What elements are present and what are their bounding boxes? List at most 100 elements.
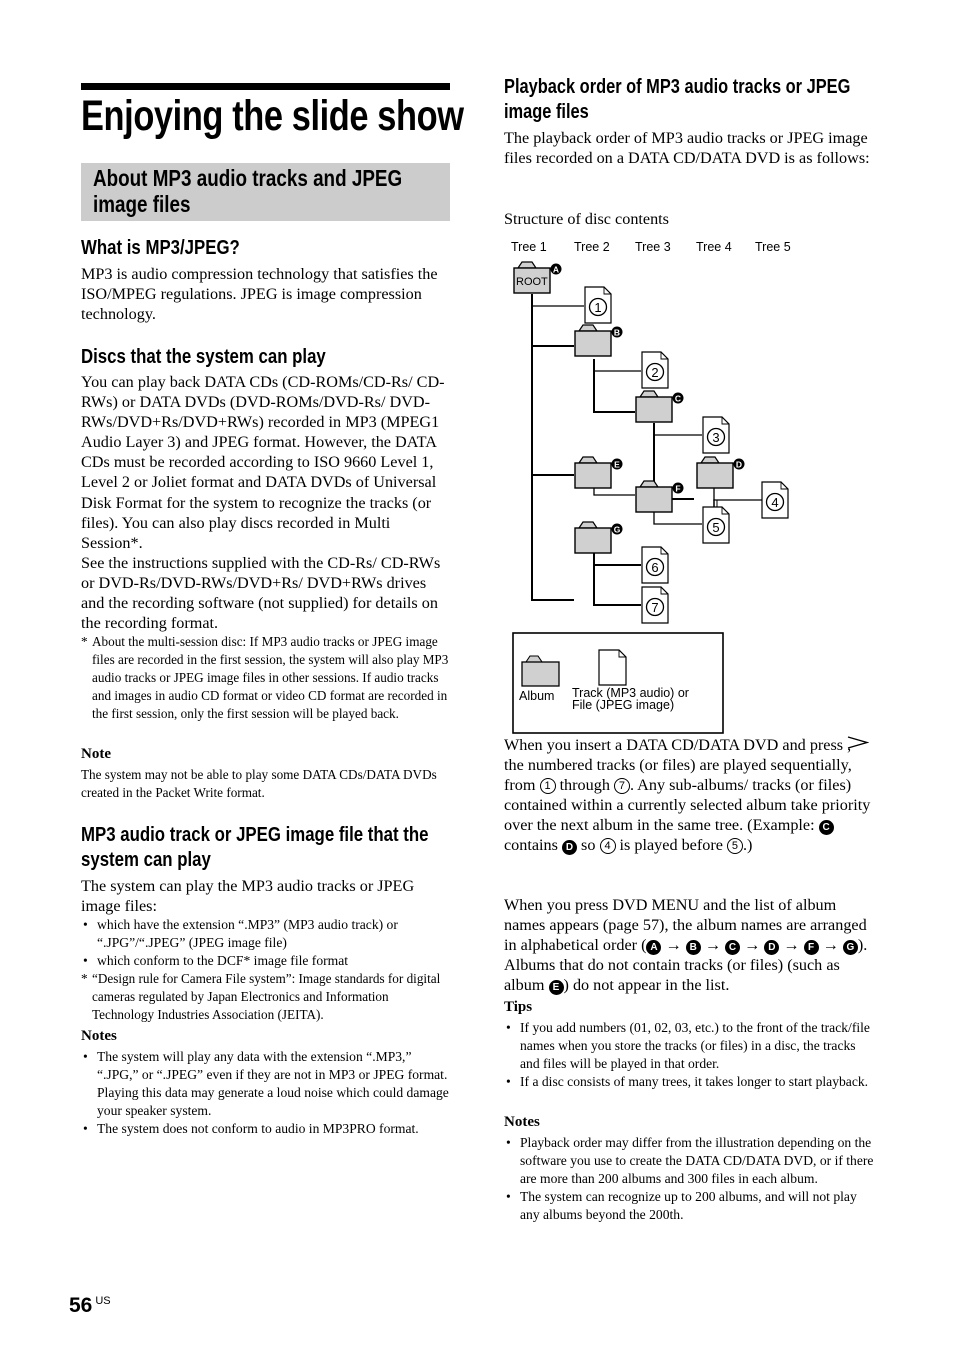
arrow-icon: → [704, 936, 721, 955]
tree-label: Tree 4 [696, 240, 732, 254]
folder-album-f: F [635, 480, 684, 513]
notes-list-right: Playback order may differ from the illus… [504, 1134, 876, 1224]
note-heading: Note [81, 746, 111, 762]
track-number: 7 [651, 600, 658, 615]
heading-files-line2: system can play [81, 848, 211, 871]
files-intro: The system can play the MP3 audio tracks… [81, 876, 451, 916]
list-item: which conform to the DCF* image file for… [81, 952, 451, 970]
folder-album-d: D [696, 456, 745, 489]
album-letter-badge: A [550, 263, 562, 275]
discs-body: You can play back DATA CDs (CD-ROMs/CD-R… [81, 372, 451, 633]
list-item: which have the extension “.MP3” (MP3 aud… [81, 916, 451, 952]
folder-album-g: G [574, 521, 623, 554]
playback-intro-text: The playback order of MP3 audio tracks o… [504, 129, 870, 168]
svg-text:B: B [614, 327, 620, 337]
list-item: The system does not conform to audio in … [81, 1120, 451, 1138]
p1-text-6: so [581, 836, 596, 855]
legend-album-label: Album [519, 689, 554, 703]
track-number: 6 [651, 560, 658, 575]
what-is-text: MP3 is audio compression technology that… [81, 265, 438, 324]
file-track-7: 7 [641, 586, 669, 624]
list-item: If you add numbers (01, 02, 03, etc.) to… [504, 1019, 876, 1073]
tree-connector [593, 552, 641, 606]
tree-label: Tree 2 [574, 240, 610, 254]
heading-discs: Discs that the system can play [81, 345, 326, 368]
arrow-icon: → [744, 936, 761, 955]
tree-connector [593, 359, 635, 413]
track-number-badge: 1 [539, 778, 556, 795]
dcf-footnote: “Design rule for Camera File system”: Im… [81, 970, 451, 1024]
notes-list-left: The system will play any data with the e… [81, 1048, 451, 1138]
page-number-value: 56 [69, 1294, 93, 1317]
packet-write-note: The system may not be able to play some … [81, 767, 437, 800]
track-number-badge: 5 [726, 838, 743, 855]
p2-text-3: ) do not appear in the list. [563, 976, 730, 995]
heading-playback-line1: Playback order of MP3 audio tracks or JP… [504, 76, 851, 98]
svg-text:G: G [614, 524, 621, 534]
p1-text-7: is played before [619, 836, 723, 855]
album-letter-badge: F [803, 940, 819, 956]
notes-heading-left: Notes [81, 1028, 117, 1044]
section-title-line1: About MP3 audio tracks and JPEG [93, 165, 403, 191]
p1-text-1: When you insert a DATA CD/DATA DVD and p… [504, 736, 844, 754]
tree-connector [531, 294, 574, 601]
album-letter-badge: E [548, 980, 564, 996]
album-letter-badge: C [818, 820, 834, 836]
list-item: Playback order may differ from the illus… [504, 1134, 876, 1188]
list-item: If a disc consists of many trees, it tak… [504, 1073, 876, 1091]
track-number: 3 [712, 430, 719, 445]
file-track-5: 5 [702, 506, 730, 544]
file-track-6: 6 [641, 546, 669, 584]
playback-paragraph-1: When you insert a DATA CD/DATA DVD and p… [504, 734, 874, 856]
heading-what-is-mp3-jpeg: What is MP3/JPEG? [81, 236, 240, 259]
file-track-4: 4 [761, 481, 789, 519]
files-intro-text: The system can play the MP3 audio tracks… [81, 877, 415, 916]
album-letter-badge: B [685, 940, 701, 956]
album-letter-badge: G [842, 940, 858, 956]
folder-root: ROOT A [513, 261, 562, 294]
discs-footnote: About the multi-session disc: If MP3 aud… [81, 633, 451, 723]
notes-heading-right: Notes [504, 1114, 540, 1130]
track-number-badge: 4 [599, 838, 616, 855]
page-number: 56 US [69, 1294, 111, 1318]
page-title: Enjoying the slide show [81, 92, 464, 140]
discs-text-1: You can play back DATA CDs (CD-ROMs/CD-R… [81, 373, 445, 552]
list-item: The system can recognize up to 200 album… [504, 1188, 876, 1224]
album-letter-badge: D [562, 840, 577, 856]
album-letter-badge: A [646, 940, 662, 956]
album-letter-badge: E [611, 458, 623, 470]
svg-text:E: E [614, 459, 620, 469]
tree-label: Tree 1 [511, 240, 547, 254]
note-body: The system may not be able to play some … [81, 766, 451, 802]
legend-track-icon [598, 649, 627, 686]
tree-connector [713, 488, 762, 501]
track-number: 2 [651, 365, 658, 380]
folder-album-e: E [574, 456, 623, 489]
tips-list: If you add numbers (01, 02, 03, etc.) to… [504, 1019, 876, 1091]
file-track-1: 1 [584, 286, 612, 324]
multisession-footnote: About the multi-session disc: If MP3 aud… [81, 633, 451, 723]
playback-paragraph-2: When you press DVD MENU and the list of … [504, 895, 874, 996]
track-number: 5 [712, 520, 719, 535]
track-number: 4 [771, 495, 778, 510]
arrow-icon: → [665, 936, 682, 955]
page-region: US [95, 1295, 111, 1307]
playback-intro: The playback order of MP3 audio tracks o… [504, 128, 874, 168]
arrow-icon: → [822, 936, 839, 955]
p1-text-5: contains [504, 836, 558, 855]
legend-track-label-2: File (JPEG image) [572, 698, 674, 712]
track-number-badge: 7 [613, 778, 630, 795]
title-rule [81, 83, 450, 90]
tips-heading: Tips [504, 999, 533, 1015]
files-list: which have the extension “.MP3” (MP3 aud… [81, 916, 451, 1024]
folder-album-c: C [635, 390, 684, 423]
discs-text-2: See the instructions supplied with the C… [81, 553, 441, 633]
root-label: ROOT [516, 276, 548, 288]
track-number: 1 [594, 300, 601, 315]
svg-text:D: D [736, 459, 742, 469]
album-letter-badge: F [672, 482, 684, 494]
album-letter-badge: G [611, 523, 623, 535]
structure-label: Structure of disc contents [504, 210, 669, 228]
tree-label: Tree 3 [635, 240, 671, 254]
file-track-2: 2 [641, 351, 669, 389]
